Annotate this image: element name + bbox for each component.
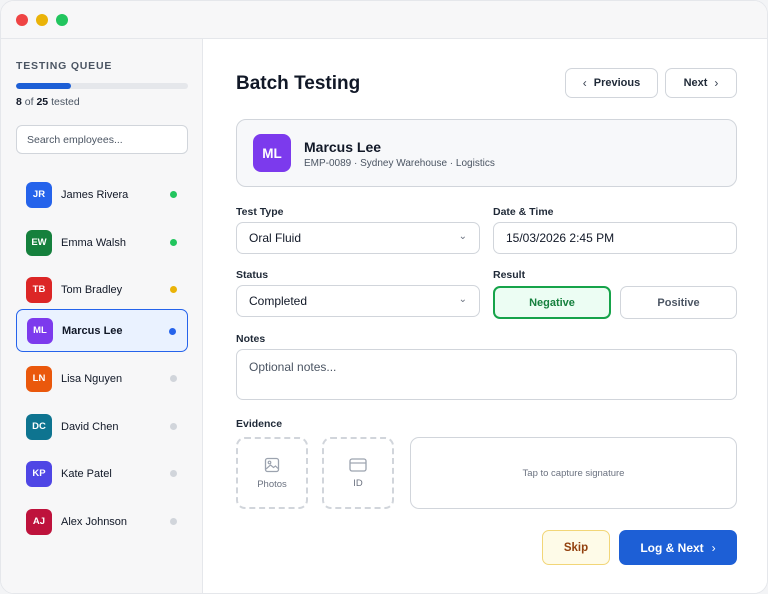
skip-button[interactable]: Skip	[542, 530, 610, 565]
chevron-left-icon: ‹	[582, 76, 587, 90]
tested-suffix: tested	[51, 96, 80, 108]
photos-upload[interactable]: Photos	[236, 437, 308, 509]
avatar: EW	[26, 229, 52, 256]
avatar: ML	[253, 134, 291, 172]
avatar: LN	[26, 365, 52, 392]
avatar: TB	[26, 276, 52, 303]
image-icon	[264, 457, 280, 472]
signature-prompt: Tap to capture signature	[522, 467, 625, 479]
id-card-icon	[349, 457, 367, 472]
chevron-right-icon: ›	[711, 540, 716, 555]
queue-progress-bar	[16, 83, 188, 89]
chevron-down-icon: ⌄	[458, 231, 467, 242]
app-window: TESTING QUEUE 8 of 25 tested JR James Ri…	[0, 0, 768, 594]
employee-name: David Chen	[61, 420, 119, 433]
status-value: Completed	[249, 294, 308, 308]
previous-label: Previous	[593, 77, 641, 89]
employee-item[interactable]: JR James Rivera	[16, 173, 188, 216]
negative-result-button[interactable]: Negative	[493, 286, 611, 319]
status-dot-icon	[170, 375, 177, 382]
maximize-dot-icon[interactable]	[56, 14, 68, 26]
employee-name: Tom Bradley	[61, 283, 123, 296]
employee-name: Emma Walsh	[61, 236, 126, 249]
next-button[interactable]: Next ›	[665, 68, 737, 98]
employee-item[interactable]: DC David Chen	[16, 405, 188, 448]
photos-label: Photos	[257, 478, 287, 490]
employee-name: Kate Patel	[61, 467, 112, 480]
avatar: KP	[26, 460, 52, 487]
sidebar: TESTING QUEUE 8 of 25 tested JR James Ri…	[1, 39, 203, 593]
test-type-label: Test Type	[236, 206, 284, 218]
status-dot-icon	[170, 518, 177, 525]
total-count: 25	[36, 96, 49, 108]
minimize-dot-icon[interactable]	[36, 14, 48, 26]
datetime-value: 15/03/2026 2:45 PM	[506, 231, 615, 245]
main-panel: Batch Testing ‹ Previous Next › ML Marcu…	[204, 39, 767, 593]
log-next-button[interactable]: Log & Next ›	[619, 530, 737, 565]
employee-meta: EMP-0089 · Sydney Warehouse · Logistics	[304, 158, 495, 169]
status-dot-icon	[170, 423, 177, 430]
notes-field[interactable]	[236, 349, 737, 400]
employee-item[interactable]: KP Kate Patel	[16, 452, 188, 495]
avatar: DC	[26, 413, 52, 440]
status-dot-icon	[170, 239, 177, 246]
employee-name: Alex Johnson	[61, 515, 128, 528]
status-dot-icon	[170, 286, 177, 293]
test-type-value: Oral Fluid	[249, 231, 302, 245]
status-dot-icon	[170, 191, 177, 198]
employee-item[interactable]: TB Tom Bradley	[16, 268, 188, 311]
queue-progress-text: 8 of 25 tested	[16, 96, 80, 108]
chevron-right-icon: ›	[714, 76, 719, 90]
avatar: AJ	[26, 508, 52, 535]
employee-item[interactable]: EW Emma Walsh	[16, 221, 188, 264]
title-bar	[1, 1, 767, 39]
page-title: Batch Testing	[236, 73, 361, 94]
evidence-label: Evidence	[236, 418, 283, 430]
employee-item-selected[interactable]: ML Marcus Lee	[16, 309, 188, 352]
avatar: ML	[27, 317, 53, 344]
positive-result-button[interactable]: Positive	[620, 286, 737, 319]
result-label: Result	[493, 269, 526, 281]
status-dot-icon	[170, 470, 177, 477]
employee-name: Marcus Lee	[304, 139, 382, 155]
avatar: JR	[26, 181, 52, 208]
queue-progress-fill	[16, 83, 72, 89]
log-next-label: Log & Next	[640, 540, 704, 555]
employee-name: Marcus Lee	[62, 324, 123, 337]
previous-button[interactable]: ‹ Previous	[565, 68, 658, 98]
status-dot-icon	[169, 328, 176, 335]
employee-name: Lisa Nguyen	[61, 372, 123, 385]
test-type-select[interactable]: Oral Fluid ⌄	[236, 222, 480, 254]
id-upload[interactable]: ID	[322, 437, 394, 509]
status-select[interactable]: Completed ⌄	[236, 285, 480, 317]
notes-label: Notes	[236, 333, 266, 345]
close-dot-icon[interactable]	[16, 14, 28, 26]
chevron-down-icon: ⌄	[458, 294, 467, 305]
queue-title: TESTING QUEUE	[16, 60, 113, 72]
employee-card: ML Marcus Lee EMP-0089 · Sydney Warehous…	[236, 119, 737, 187]
search-input[interactable]	[16, 125, 188, 154]
signature-pad[interactable]: Tap to capture signature	[410, 437, 737, 509]
next-label: Next	[683, 77, 708, 89]
datetime-input[interactable]: 15/03/2026 2:45 PM	[493, 222, 737, 254]
employee-name: James Rivera	[61, 188, 129, 201]
status-label: Status	[236, 269, 269, 281]
id-label: ID	[353, 477, 363, 489]
tested-count: 8	[16, 96, 22, 108]
employee-item[interactable]: LN Lisa Nguyen	[16, 357, 188, 400]
datetime-label: Date & Time	[493, 206, 554, 218]
employee-item[interactable]: AJ Alex Johnson	[16, 500, 188, 543]
of-text: of	[24, 96, 34, 108]
